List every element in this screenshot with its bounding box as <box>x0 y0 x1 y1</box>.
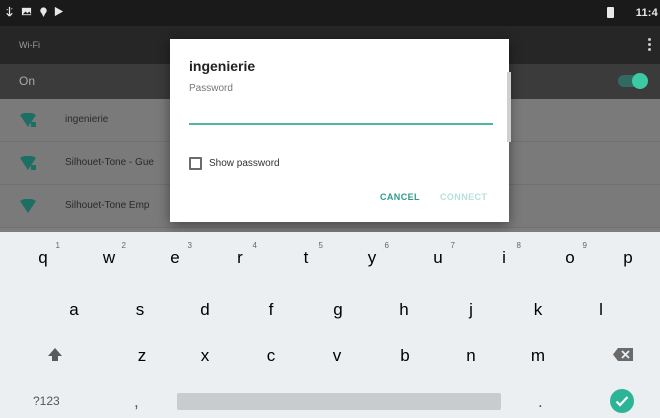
key-hint: 6 <box>384 241 389 250</box>
key-z[interactable]: z <box>112 345 172 367</box>
wifi-signal-lock-icon <box>20 199 36 213</box>
battery-icon <box>607 7 614 18</box>
key-letter: e <box>170 248 180 267</box>
key-letter: i <box>502 248 506 267</box>
spacebar[interactable] <box>177 393 501 410</box>
overflow-menu-icon[interactable] <box>648 38 652 52</box>
key-letter: r <box>237 248 243 267</box>
status-bar: 11:4 <box>0 0 660 26</box>
key-hint: 2 <box>121 241 126 250</box>
gallery-icon <box>21 7 32 16</box>
key-r[interactable]: r4 <box>210 242 270 269</box>
key-hint: 3 <box>187 241 192 250</box>
key-j[interactable]: j <box>441 299 501 321</box>
key-o[interactable]: o9 <box>540 242 600 269</box>
key-f[interactable]: f <box>241 299 301 321</box>
key-c[interactable]: c <box>241 345 301 367</box>
key-s[interactable]: s <box>110 299 170 321</box>
key-m[interactable]: m <box>508 345 568 367</box>
comma-key[interactable]: , <box>134 392 139 412</box>
network-name: Silhouet-Tone Emp <box>65 200 150 211</box>
key-u[interactable]: u7 <box>408 242 468 269</box>
wifi-signal-lock-icon <box>20 156 36 170</box>
wifi-switch-label: On <box>19 74 36 88</box>
password-label: Password <box>189 83 233 94</box>
dialog-title: ingenierie <box>189 58 256 74</box>
network-name: Silhouet-Tone - Gue <box>65 157 154 168</box>
key-q[interactable]: q1 <box>13 242 73 269</box>
key-h[interactable]: h <box>374 299 434 321</box>
wifi-connect-dialog: ingenierie Password Show password CANCEL… <box>170 39 511 222</box>
key-t[interactable]: t5 <box>276 242 336 269</box>
play-store-icon <box>54 6 64 17</box>
key-d[interactable]: d <box>175 299 235 321</box>
key-letter: y <box>367 248 377 267</box>
key-hint: 7 <box>450 241 455 250</box>
key-letter: p <box>623 248 633 267</box>
show-password-label: Show password <box>209 158 280 169</box>
key-hint: 9 <box>582 241 587 250</box>
connect-button[interactable]: CONNECT <box>440 192 487 202</box>
cancel-button[interactable]: CANCEL <box>380 192 420 202</box>
key-letter: q <box>38 248 48 267</box>
key-l[interactable]: l <box>571 299 631 321</box>
key-hint: 4 <box>252 241 257 250</box>
check-icon[interactable] <box>610 389 634 413</box>
key-hint: 5 <box>318 241 323 250</box>
key-hint: 1 <box>55 241 60 250</box>
key-letter: u <box>433 248 443 267</box>
key-a[interactable]: a <box>44 299 104 321</box>
usb-icon <box>6 6 13 17</box>
key-hint: 8 <box>516 241 521 250</box>
status-time: 11:4 <box>635 7 658 19</box>
location-pin-icon <box>40 7 47 17</box>
key-b[interactable]: b <box>375 345 435 367</box>
show-password-checkbox-row[interactable]: Show password <box>189 157 280 170</box>
wifi-signal-lock-icon <box>20 113 36 127</box>
key-e[interactable]: e3 <box>145 242 205 269</box>
key-letter: o <box>565 248 575 267</box>
password-input[interactable] <box>189 101 493 125</box>
key-i[interactable]: i8 <box>474 242 534 269</box>
key-n[interactable]: n <box>441 345 501 367</box>
key-v[interactable]: v <box>307 345 367 367</box>
key-letter: w <box>102 248 116 267</box>
symbols-key[interactable]: ?123 <box>33 394 60 408</box>
key-y[interactable]: y6 <box>342 242 402 269</box>
show-password-checkbox[interactable] <box>189 157 202 170</box>
shift-icon[interactable] <box>46 346 64 364</box>
network-name: ingenierie <box>65 114 109 125</box>
key-w[interactable]: w2 <box>79 242 139 269</box>
key-x[interactable]: x <box>175 345 235 367</box>
key-letter: t <box>303 248 309 267</box>
page-title: Wi-Fi <box>19 40 40 50</box>
key-g[interactable]: g <box>308 299 368 321</box>
key-k[interactable]: k <box>508 299 568 321</box>
dialog-scrollbar[interactable] <box>507 72 511 142</box>
key-p[interactable]: p <box>598 247 658 269</box>
backspace-icon[interactable] <box>612 347 634 362</box>
period-key[interactable]: . <box>538 392 543 412</box>
wifi-toggle[interactable] <box>618 73 648 89</box>
